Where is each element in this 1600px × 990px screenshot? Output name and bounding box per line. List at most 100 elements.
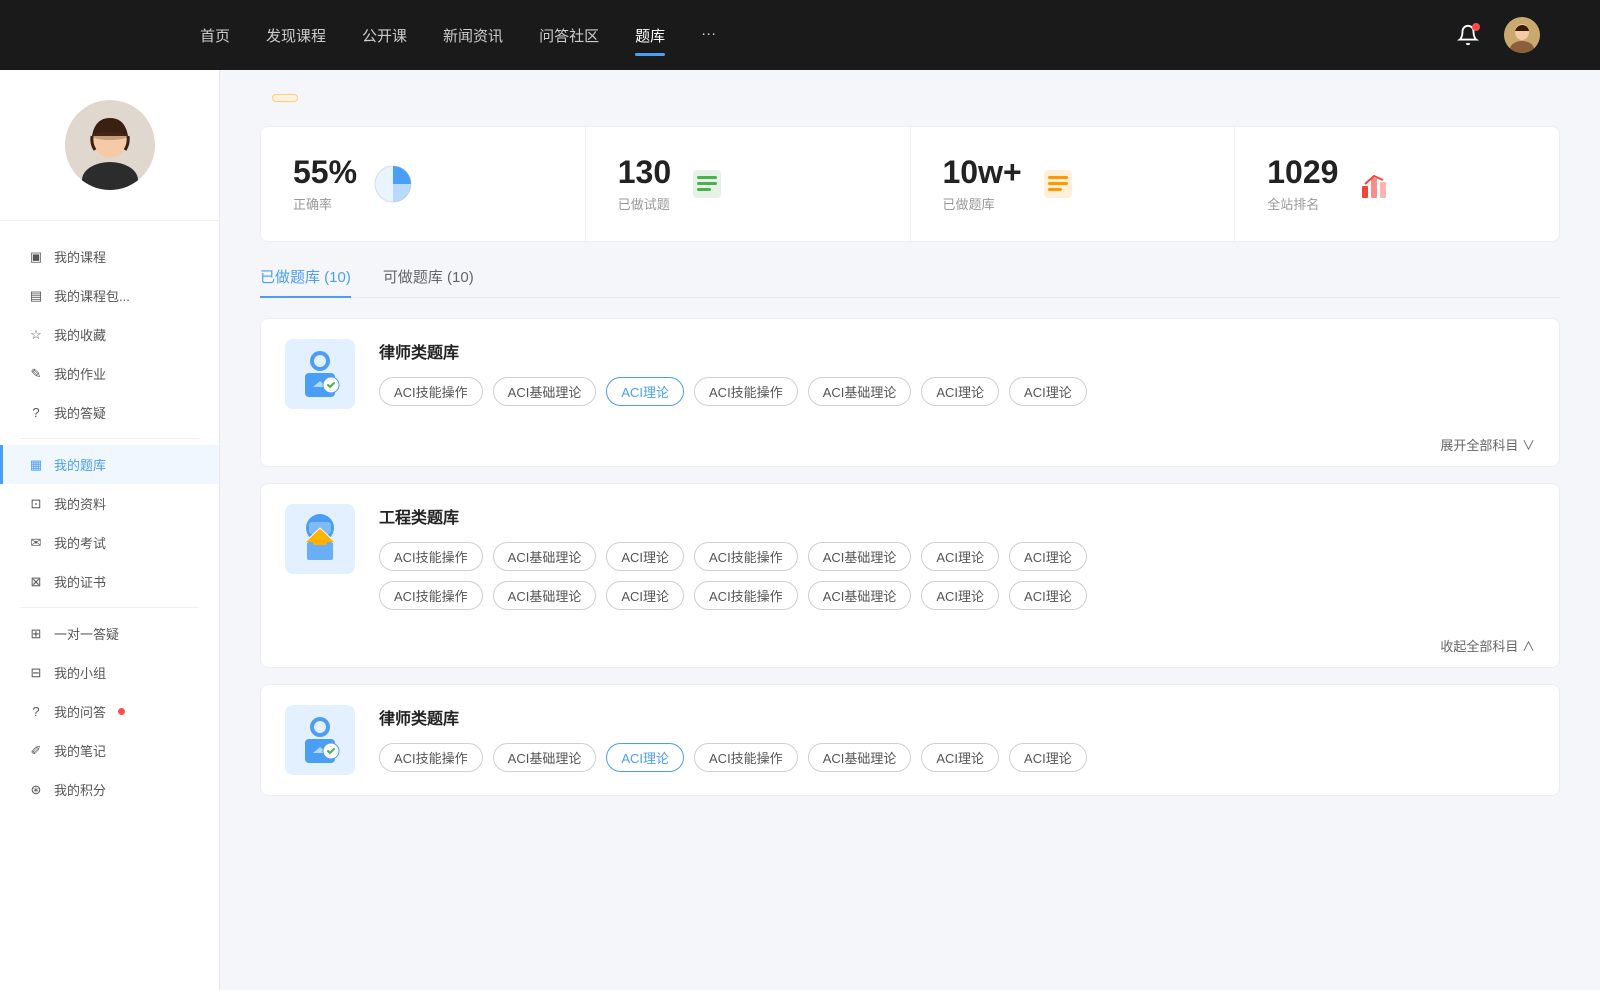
tag[interactable]: ACI理论 — [1009, 743, 1087, 772]
trial-badge — [272, 94, 298, 102]
nav-link-题库[interactable]: 题库 — [635, 21, 665, 50]
nav-link-新闻资讯[interactable]: 新闻资讯 — [443, 21, 503, 50]
list-orange-icon — [1038, 164, 1078, 204]
tag[interactable]: ACI基础理论 — [808, 743, 912, 772]
menu-item-label: 我的作业 — [54, 364, 106, 383]
tag[interactable]: ACI理论 — [606, 743, 684, 772]
tag[interactable]: ACI理论 — [606, 542, 684, 571]
expand-link[interactable]: 展开全部科目 ∨ — [261, 429, 1559, 466]
menu-item-label: 我的小组 — [54, 663, 106, 682]
menu-item-label: 我的课程包... — [54, 286, 130, 305]
qbank-icon — [285, 705, 355, 775]
tag[interactable]: ACI技能操作 — [694, 542, 798, 571]
sidebar-menu-item-package[interactable]: ▤ 我的课程包... — [0, 276, 219, 315]
course-icon: ▣ — [28, 249, 44, 265]
qanda-icon: ? — [28, 704, 44, 720]
tag[interactable]: ACI理论 — [1009, 377, 1087, 406]
exam-icon: ✉ — [28, 535, 44, 551]
tag[interactable]: ACI基础理论 — [493, 377, 597, 406]
avatar[interactable] — [1504, 17, 1540, 53]
nav-link-发现课程[interactable]: 发现课程 — [266, 21, 326, 50]
sidebar-menu-item-course[interactable]: ▣ 我的课程 — [0, 237, 219, 276]
sidebar-menu-item-exam[interactable]: ✉ 我的考试 — [0, 523, 219, 562]
nav-link-···[interactable]: ··· — [701, 21, 716, 50]
tag[interactable]: ACI技能操作 — [379, 743, 483, 772]
nav-links: 首页 发现课程 公开课 新闻资讯 问答社区 题库 ··· — [200, 21, 1432, 50]
tabs-row: 已做题库 (10) 可做题库 (10) — [260, 266, 1560, 298]
tag[interactable]: ACI基础理论 — [493, 542, 597, 571]
sidebar-profile-area — [0, 100, 219, 221]
package-icon: ▤ — [28, 288, 44, 304]
qbank-icon — [285, 339, 355, 409]
sidebar-menu-item-group[interactable]: ⊟ 我的小组 — [0, 653, 219, 692]
qbank-card-3: 律师类题库 ACI技能操作ACI基础理论ACI理论ACI技能操作ACI基础理论A… — [260, 684, 1560, 796]
tab-已做题库 (10)[interactable]: 已做题库 (10) — [260, 266, 351, 297]
qbank-icon — [285, 504, 355, 574]
qbank-icon: ▦ — [28, 457, 44, 473]
menu-item-label: 我的积分 — [54, 780, 106, 799]
tag[interactable]: ACI理论 — [921, 743, 999, 772]
stat-value: 10w+ — [943, 155, 1022, 190]
group-icon: ⊟ — [28, 665, 44, 681]
tag[interactable]: ACI基础理论 — [493, 743, 597, 772]
stats-row: 55% 正确率 130 已做试题 10w+ 已做题库 — [260, 126, 1560, 242]
menu-item-label: 我的答疑 — [54, 403, 106, 422]
list-green-icon — [687, 164, 727, 204]
nav-link-问答社区[interactable]: 问答社区 — [539, 21, 599, 50]
sidebar-menu-item-qanda[interactable]: ? 我的问答 — [0, 692, 219, 731]
nav-link-公开课[interactable]: 公开课 — [362, 21, 407, 50]
stat-label: 正确率 — [293, 194, 357, 213]
sidebar-menu-item-material[interactable]: ⊡ 我的资料 — [0, 484, 219, 523]
tag[interactable]: ACI理论 — [606, 581, 684, 610]
tab-可做题库 (10)[interactable]: 可做题库 (10) — [383, 266, 474, 297]
tag[interactable]: ACI基础理论 — [808, 377, 912, 406]
tag[interactable]: ACI技能操作 — [379, 581, 483, 610]
stat-label: 已做试题 — [618, 194, 671, 213]
tag[interactable]: ACI技能操作 — [694, 743, 798, 772]
sidebar-menu-item-certificate[interactable]: ⊠ 我的证书 — [0, 562, 219, 601]
tag[interactable]: ACI技能操作 — [379, 542, 483, 571]
sidebar-menu-item-qbank[interactable]: ▦ 我的题库 — [0, 445, 219, 484]
menu-item-label: 我的资料 — [54, 494, 106, 513]
menu-item-label: 我的课程 — [54, 247, 106, 266]
tag[interactable]: ACI理论 — [1009, 542, 1087, 571]
tag[interactable]: ACI理论 — [921, 581, 999, 610]
qbank-title: 律师类题库 — [379, 705, 1535, 729]
expand-link[interactable]: 收起全部科目 ∧ — [261, 630, 1559, 667]
nav-link-首页[interactable]: 首页 — [200, 21, 230, 50]
stat-value: 55% — [293, 155, 357, 190]
tag[interactable]: ACI基础理论 — [493, 581, 597, 610]
sidebar-menu-item-qa[interactable]: ? 我的答疑 — [0, 393, 219, 432]
menu-item-label: 我的证书 — [54, 572, 106, 591]
page-header — [260, 94, 1560, 102]
qbank-list: 律师类题库 ACI技能操作ACI基础理论ACI理论ACI技能操作ACI基础理论A… — [260, 318, 1560, 796]
main-layout: ▣ 我的课程▤ 我的课程包...☆ 我的收藏✎ 我的作业? 我的答疑▦ 我的题库… — [0, 70, 1600, 990]
tag[interactable]: ACI理论 — [1009, 581, 1087, 610]
tag[interactable]: ACI理论 — [921, 377, 999, 406]
notes-icon: ✐ — [28, 743, 44, 759]
qbank-title: 律师类题库 — [379, 339, 1535, 363]
menu-badge — [118, 708, 125, 715]
tags-row-1: ACI技能操作 ACI基础理论 ACI理论 ACI技能操作 ACI基础理论 ACI理论 AC… — [379, 542, 1535, 571]
sidebar-menu-item-points[interactable]: ⊛ 我的积分 — [0, 770, 219, 809]
tag[interactable]: ACI基础理论 — [808, 542, 912, 571]
tag[interactable]: ACI理论 — [606, 377, 684, 406]
sidebar-menu-item-assignment[interactable]: ✎ 我的作业 — [0, 354, 219, 393]
tag[interactable]: ACI技能操作 — [694, 581, 798, 610]
stat-label: 全站排名 — [1267, 194, 1338, 213]
stat-item-pie: 55% 正确率 — [261, 127, 586, 241]
sidebar-menu-item-notes[interactable]: ✐ 我的笔记 — [0, 731, 219, 770]
qbank-card-2: 工程类题库 ACI技能操作ACI基础理论ACI理论ACI技能操作ACI基础理论A… — [260, 483, 1560, 668]
tags-row-1: ACI技能操作 ACI基础理论 ACI理论 ACI技能操作 ACI基础理论 ACI理论 AC… — [379, 743, 1535, 772]
tag[interactable]: ACI技能操作 — [694, 377, 798, 406]
stat-item-list-green: 130 已做试题 — [586, 127, 911, 241]
tag[interactable]: ACI理论 — [921, 542, 999, 571]
sidebar-menu-item-star[interactable]: ☆ 我的收藏 — [0, 315, 219, 354]
material-icon: ⊡ — [28, 496, 44, 512]
sidebar-menu-item-oneone[interactable]: ⊞ 一对一答疑 — [0, 614, 219, 653]
notification-bell[interactable] — [1452, 19, 1484, 51]
qbank-title: 工程类题库 — [379, 504, 1535, 528]
main-content: 55% 正确率 130 已做试题 10w+ 已做题库 — [220, 70, 1600, 990]
tag[interactable]: ACI基础理论 — [808, 581, 912, 610]
tag[interactable]: ACI技能操作 — [379, 377, 483, 406]
